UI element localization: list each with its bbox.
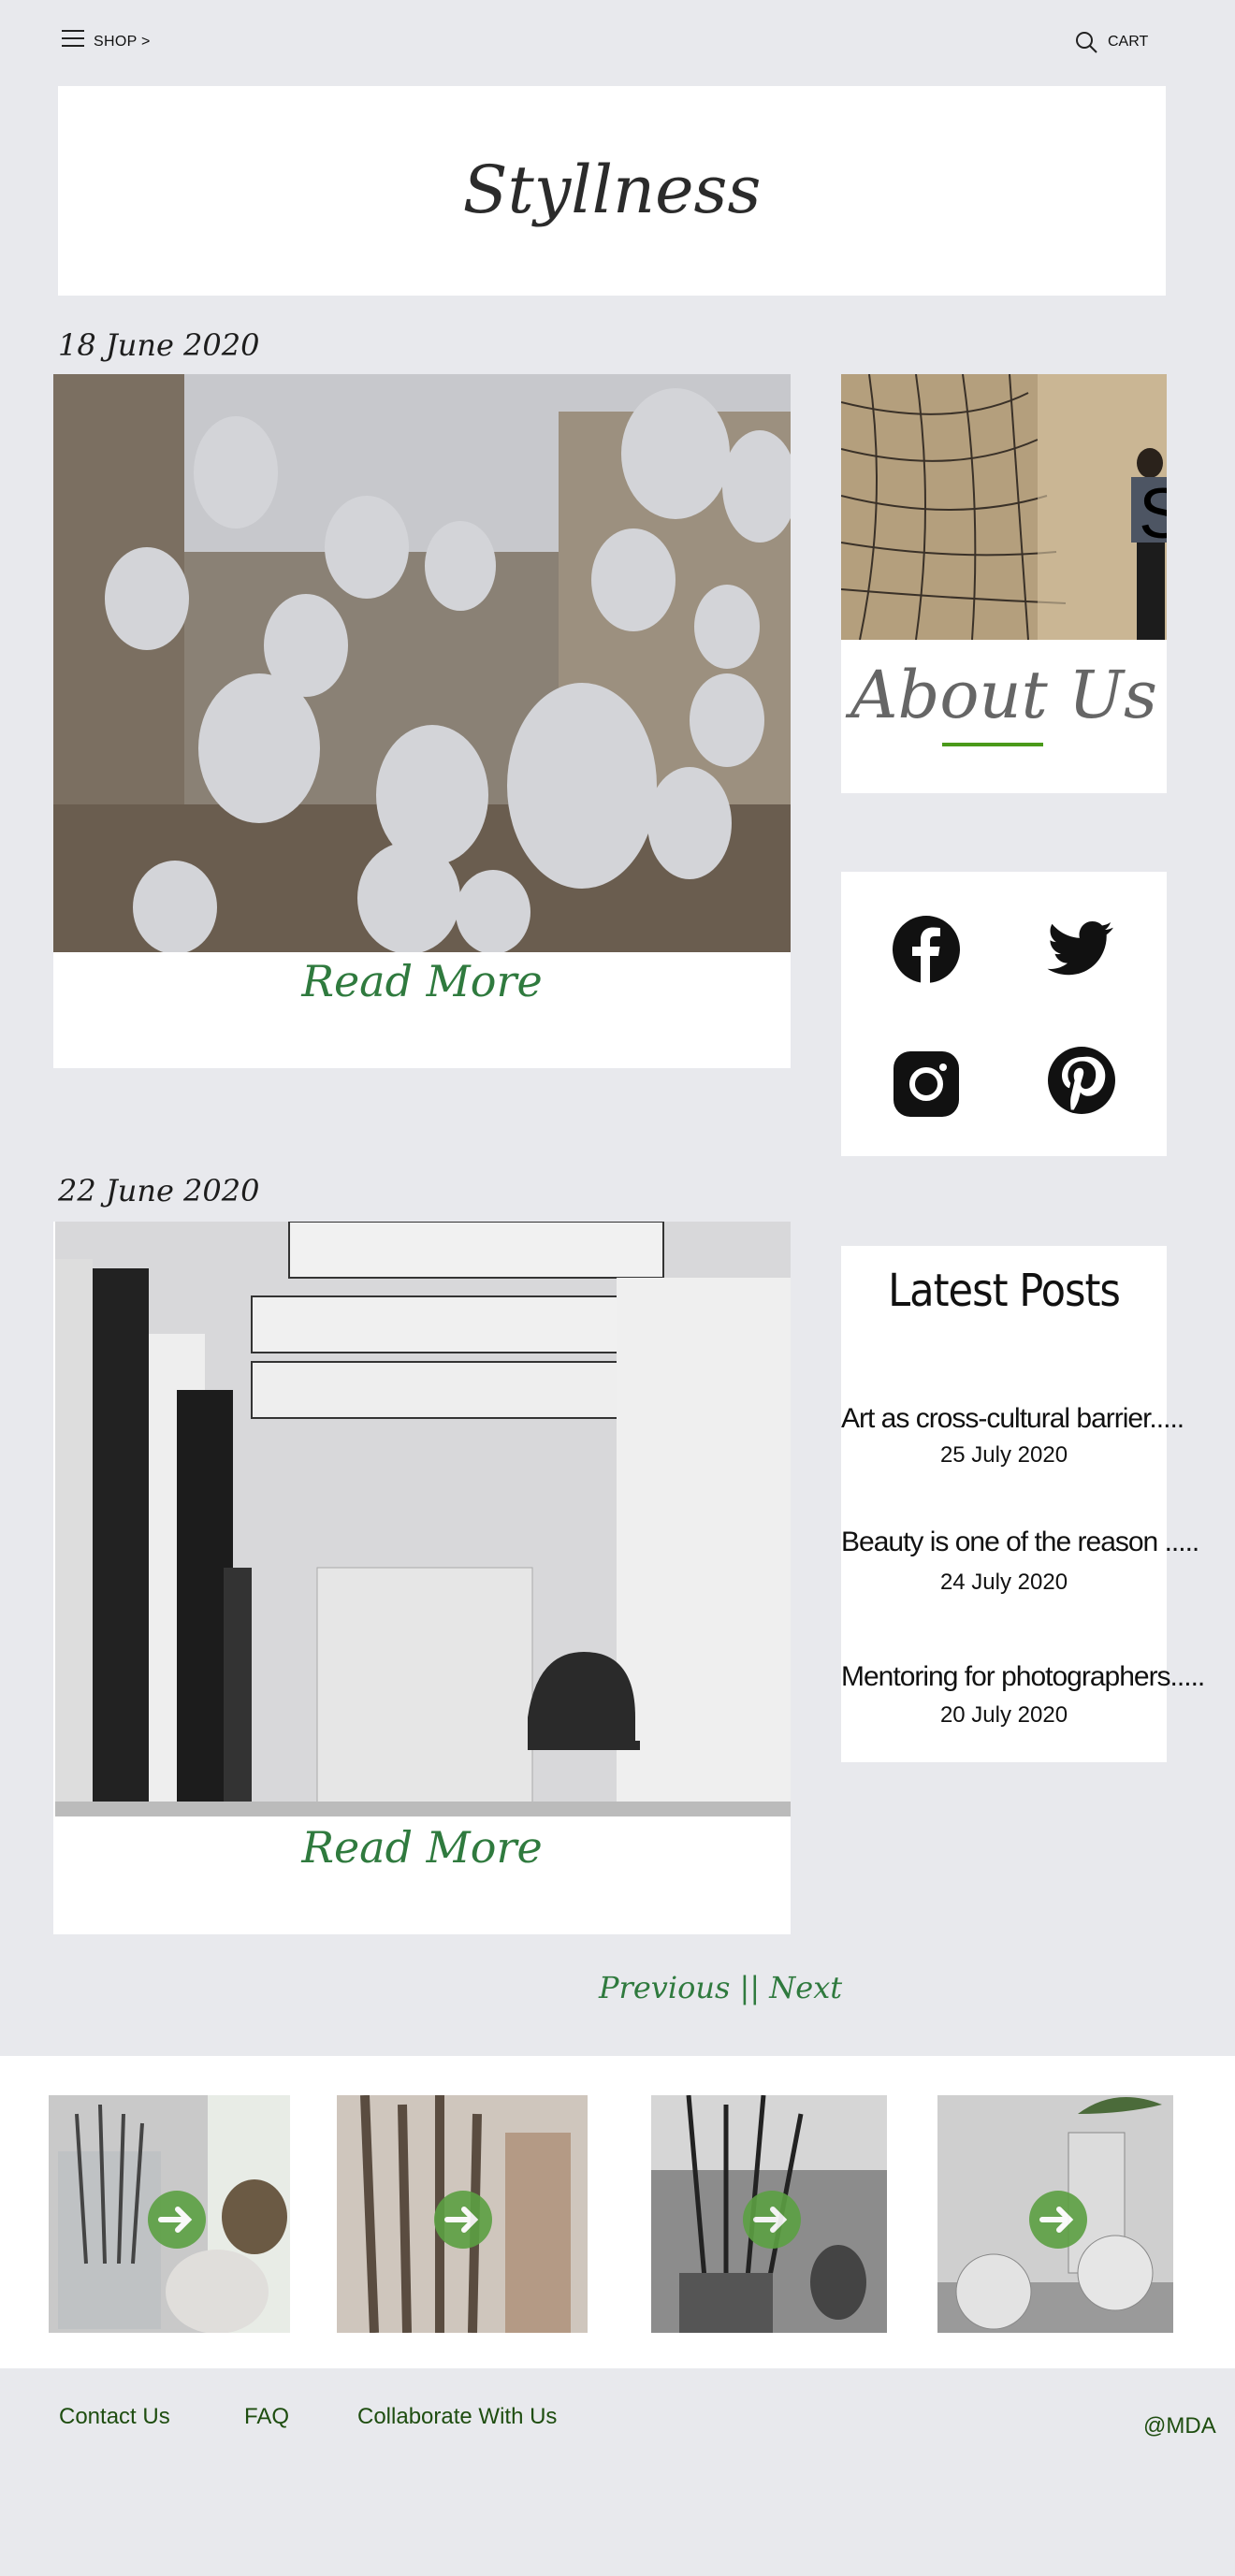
about-us-widget: S About Us (841, 374, 1167, 793)
post-image-studio[interactable] (55, 1222, 791, 1816)
post-date: 22 June 2020 (58, 1173, 260, 1208)
latest-posts-title: Latest Posts (888, 1265, 1121, 1317)
about-image-grid-room[interactable]: S (841, 374, 1167, 640)
arrow-right-icon[interactable] (1029, 2191, 1087, 2249)
latest-post-date: 20 July 2020 (939, 1702, 1068, 1728)
latest-post-title[interactable]: Art as cross-cultural barrier..... (841, 1403, 1184, 1435)
latest-post-date: 24 July 2020 (939, 1570, 1068, 1595)
footer-link-contact[interactable]: Contact Us (59, 2404, 170, 2430)
latest-post-title[interactable]: Beauty is one of the reason ..... (841, 1527, 1199, 1558)
hamburger-menu-icon[interactable] (62, 30, 84, 49)
footer-link-collaborate[interactable]: Collaborate With Us (357, 2404, 557, 2430)
post-card: Read More (53, 1222, 791, 1934)
cart-link[interactable]: CART (1108, 34, 1148, 51)
gallery-thumb[interactable] (937, 2095, 1173, 2333)
arrow-right-icon[interactable] (434, 2191, 492, 2249)
gallery-thumb[interactable] (49, 2095, 290, 2333)
arrow-right-icon[interactable] (148, 2191, 206, 2249)
brand-logo[interactable]: Styllness (58, 152, 1166, 228)
facebook-icon[interactable] (892, 915, 961, 984)
footer-link-faq[interactable]: FAQ (244, 2404, 289, 2430)
latest-post-title[interactable]: Mentoring for photographers..... (841, 1661, 1205, 1693)
arrow-right-icon[interactable] (743, 2191, 801, 2249)
read-more-link[interactable]: Read More (53, 956, 791, 1006)
latest-posts-widget: Latest Posts Art as cross-cultural barri… (841, 1246, 1205, 1762)
pagination-links[interactable]: Previous || Next (599, 1970, 842, 2005)
post-date: 18 June 2020 (58, 327, 260, 363)
about-underline (942, 743, 1043, 746)
top-bar: SHOP > CART (0, 0, 1235, 84)
post-image-floating-heads[interactable] (53, 374, 791, 952)
pinterest-icon[interactable] (1047, 1046, 1116, 1115)
footer-credit: @MDA (1143, 2413, 1216, 2439)
about-us-title: About Us (850, 657, 1157, 733)
twitter-icon[interactable] (1047, 915, 1116, 984)
post-card: Read More (53, 374, 791, 1068)
gallery-thumb[interactable] (651, 2095, 887, 2333)
read-more-link[interactable]: Read More (53, 1822, 791, 1873)
overlay-letter: S (1139, 474, 1167, 554)
shop-link[interactable]: SHOP > (94, 34, 151, 51)
site-header: Styllness (58, 86, 1166, 296)
social-widget (841, 872, 1167, 1156)
gallery-thumb[interactable] (337, 2095, 588, 2333)
instagram-icon[interactable] (892, 1049, 961, 1119)
latest-post-date: 25 July 2020 (939, 1442, 1068, 1468)
gallery-strip (0, 2056, 1235, 2368)
search-icon[interactable] (1074, 30, 1098, 54)
